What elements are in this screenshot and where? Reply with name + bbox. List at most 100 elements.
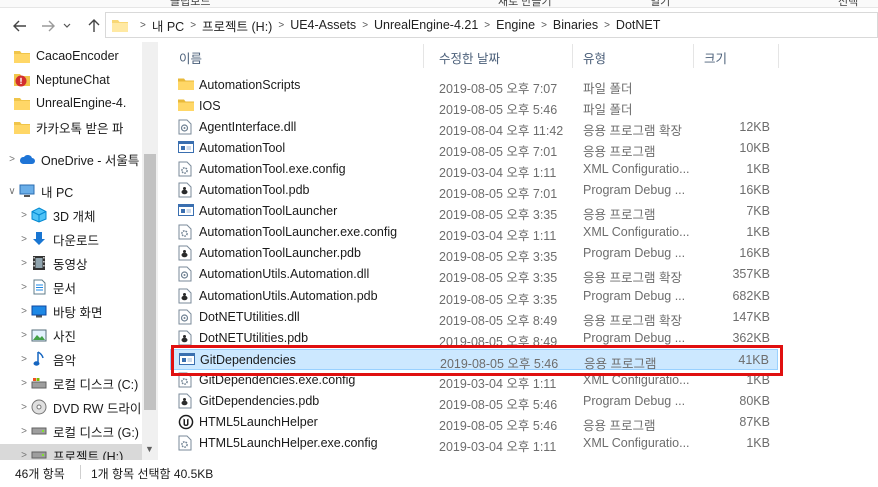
status-item-count: 46개 항목 bbox=[15, 467, 65, 481]
file-row[interactable]: GitDependencies.exe.config 2019-03-04 오후 … bbox=[170, 370, 778, 391]
chevron-right-icon[interactable]: > bbox=[17, 306, 31, 317]
sidebar-item-documents[interactable]: > 문서 bbox=[0, 276, 142, 298]
sidebar-item-this-pc[interactable]: ∨ 내 PC bbox=[0, 180, 142, 202]
sidebar-item-label: UnrealEngine-4. bbox=[36, 96, 127, 110]
sidebar-item-neptunechat[interactable]: NeptuneChat bbox=[0, 69, 142, 91]
forward-button[interactable] bbox=[38, 16, 58, 36]
column-header-type[interactable]: 유형 bbox=[583, 48, 606, 66]
file-date: 2019-08-05 오후 5:46 bbox=[439, 103, 558, 118]
chevron-right-icon[interactable]: > bbox=[17, 282, 31, 293]
exe-icon bbox=[178, 203, 194, 219]
file-date: 2019-08-05 오후 3:35 bbox=[439, 292, 558, 307]
unreal-icon bbox=[178, 414, 194, 430]
chevron-down-icon[interactable]: ∨ bbox=[5, 186, 19, 197]
sidebar-item-music[interactable]: > 음악 bbox=[0, 348, 142, 370]
breadcrumb-separator-icon: > bbox=[362, 19, 369, 31]
sidebar-item-local-disk-c[interactable]: > 로컬 디스크 (C:) bbox=[0, 372, 142, 394]
breadcrumb-drive-h[interactable]: 프로젝트 (H:) bbox=[202, 16, 272, 35]
file-row[interactable]: IOS 2019-08-05 오후 5:46 파일 폴더 bbox=[170, 96, 778, 117]
sidebar-item-local-disk-g[interactable]: > 로컬 디스크 (G:) bbox=[0, 420, 142, 442]
sidebar-item-label: 3D 개체 bbox=[53, 209, 96, 224]
chevron-right-icon[interactable]: > bbox=[17, 354, 31, 365]
sidebar-item-pictures[interactable]: > 사진 bbox=[0, 324, 142, 346]
breadcrumb-ue4-assets[interactable]: UE4-Assets bbox=[290, 18, 356, 32]
column-header-size[interactable]: 크기 bbox=[704, 48, 727, 66]
status-bar: 46개 항목 1개 항목 선택함 40.5KB bbox=[0, 460, 878, 487]
sidebar-item-project-h[interactable]: > 프로젝트 (H:) bbox=[0, 444, 142, 460]
sidebar-item-desktop[interactable]: > 바탕 화면 bbox=[0, 300, 142, 322]
folder-icon bbox=[14, 48, 30, 64]
sidebar-item-onedrive[interactable]: > OneDrive - 서울특 bbox=[0, 148, 142, 170]
file-row[interactable]: AutomationToolLauncher 2019-08-05 오후 3:35… bbox=[170, 201, 778, 222]
chevron-right-icon[interactable]: > bbox=[17, 258, 31, 269]
breadcrumb-dotnet[interactable]: DotNET bbox=[616, 18, 660, 32]
file-type: Program Debug ... bbox=[583, 330, 686, 345]
file-type: XML Configuratio... bbox=[583, 225, 690, 240]
breadcrumb-engine[interactable]: Engine bbox=[496, 18, 535, 32]
column-divider[interactable] bbox=[423, 44, 424, 68]
file-row[interactable]: HTML5LaunchHelper.exe.config 2019-03-04 오… bbox=[170, 433, 778, 454]
sidebar-item-label: 바탕 화면 bbox=[53, 305, 103, 320]
chevron-right-icon[interactable]: > bbox=[17, 426, 31, 437]
file-row[interactable]: AutomationTool.pdb 2019-08-05 오후 7:01 Prog… bbox=[170, 180, 778, 201]
sidebar-item-downloads[interactable]: > 다운로드 bbox=[0, 228, 142, 250]
file-row[interactable]: GitDependencies 2019-08-05 오후 5:46 응용 프로그램… bbox=[170, 348, 778, 371]
column-divider[interactable] bbox=[693, 44, 694, 68]
back-button[interactable] bbox=[10, 16, 30, 36]
breadcrumb-binaries[interactable]: Binaries bbox=[553, 18, 598, 32]
file-name: GitDependencies bbox=[200, 352, 296, 367]
chevron-right-icon[interactable]: > bbox=[17, 450, 31, 461]
file-size: 7KB bbox=[746, 204, 770, 219]
sidebar-item-unrealengine[interactable]: UnrealEngine-4. bbox=[0, 92, 142, 114]
sidebar-item-videos[interactable]: > 동영상 bbox=[0, 252, 142, 274]
sidebar-item-kakaotalk[interactable]: 카카오톡 받은 파 bbox=[0, 116, 142, 138]
exe-icon bbox=[178, 140, 194, 156]
file-row[interactable]: DotNETUtilities.dll 2019-08-05 오후 8:49 응용 … bbox=[170, 307, 778, 328]
file-type: 응용 프로그램 확장 bbox=[583, 124, 682, 139]
pdb-icon bbox=[178, 245, 194, 261]
breadcrumb-separator-icon: > bbox=[484, 19, 491, 31]
sidebar-item-cacaoencoder[interactable]: CacaoEncoder bbox=[0, 45, 142, 67]
file-row[interactable]: AutomationScripts 2019-08-05 오후 7:07 파일 폴더 bbox=[170, 75, 778, 96]
sidebar-scrollbar-thumb[interactable] bbox=[144, 154, 156, 410]
file-row[interactable]: DotNETUtilities.pdb 2019-08-05 오후 8:49 Pro… bbox=[170, 328, 778, 349]
file-row[interactable]: HTML5LaunchHelper 2019-08-05 오후 5:46 응용 프로… bbox=[170, 412, 778, 433]
file-row[interactable]: AutomationTool 2019-08-05 오후 7:01 응용 프로그램 1… bbox=[170, 138, 778, 159]
file-row[interactable]: AgentInterface.dll 2019-08-04 오후 11:42 응용 … bbox=[170, 117, 778, 138]
file-row[interactable]: AutomationToolLauncher.exe.config 2019-03… bbox=[170, 222, 778, 243]
sidebar-item-3d-objects[interactable]: > 3D 개체 bbox=[0, 204, 142, 226]
file-row[interactable]: AutomationTool.exe.config 2019-03-04 오후 1… bbox=[170, 159, 778, 180]
column-header-name[interactable]: 이름 bbox=[179, 48, 202, 66]
column-header-date[interactable]: 수정한 날짜 bbox=[439, 48, 500, 66]
chevron-right-icon[interactable]: > bbox=[17, 234, 31, 245]
file-row[interactable]: AutomationUtils.Automation.dll 2019-08-05… bbox=[170, 264, 778, 285]
chevron-right-icon[interactable]: > bbox=[17, 378, 31, 389]
sidebar-scrollbar[interactable]: ▼ bbox=[142, 42, 158, 460]
sidebar-item-dvd-drive[interactable]: > DVD RW 드라이 bbox=[0, 396, 142, 418]
breadcrumb-unrealengine[interactable]: UnrealEngine-4.21 bbox=[374, 18, 478, 32]
breadcrumb-separator-icon: > bbox=[541, 19, 547, 31]
file-row[interactable]: GitDependencies.pdb 2019-08-05 오후 5:46 Pro… bbox=[170, 391, 778, 412]
chevron-right-icon[interactable]: > bbox=[5, 154, 19, 165]
chevron-right-icon[interactable]: > bbox=[17, 330, 31, 341]
column-divider[interactable] bbox=[778, 44, 779, 68]
file-type: Program Debug ... bbox=[583, 393, 686, 408]
dll-icon bbox=[178, 119, 194, 135]
file-row[interactable]: AutomationToolLauncher.pdb 2019-08-05 오후 … bbox=[170, 243, 778, 264]
chevron-right-icon[interactable]: > bbox=[17, 402, 31, 413]
3d-objects-icon bbox=[31, 207, 47, 223]
chevron-right-icon[interactable]: > bbox=[17, 210, 31, 221]
status-selection: 1개 항목 선택함 40.5KB bbox=[91, 467, 214, 481]
address-bar[interactable]: > 내 PC > 프로젝트 (H:) > UE4-Assets > Unreal… bbox=[105, 12, 878, 38]
recent-locations-button[interactable] bbox=[60, 16, 74, 36]
up-arrow-icon bbox=[88, 19, 100, 32]
file-row[interactable]: AutomationUtils.Automation.pdb 2019-08-05… bbox=[170, 286, 778, 307]
breadcrumb-this-pc[interactable]: 내 PC bbox=[152, 16, 184, 35]
column-divider[interactable] bbox=[572, 44, 573, 68]
scroll-down-arrow-icon[interactable]: ▼ bbox=[145, 444, 154, 454]
file-type: 파일 폴더 bbox=[583, 103, 633, 118]
file-size: 1KB bbox=[746, 372, 770, 387]
file-type: 응용 프로그램 bbox=[583, 418, 656, 433]
up-button[interactable] bbox=[84, 16, 104, 36]
disk-drive-icon bbox=[31, 423, 47, 439]
